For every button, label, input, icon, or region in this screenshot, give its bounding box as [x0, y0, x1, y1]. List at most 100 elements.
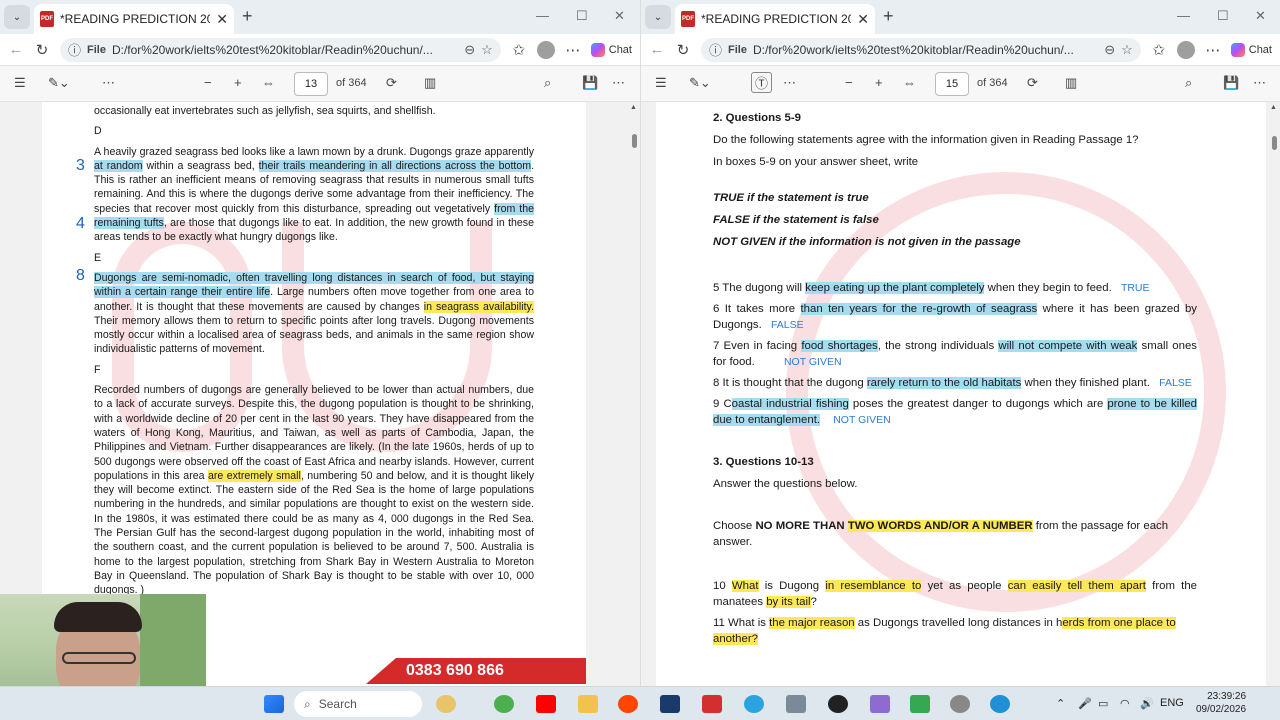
new-tab-button[interactable]: +: [883, 6, 894, 27]
app-icon[interactable]: [786, 695, 806, 713]
info-icon[interactable]: ⓘ: [709, 40, 722, 59]
address-bar[interactable]: ⓘ File D:/for%20work/ielts%20test%20kito…: [701, 37, 1141, 62]
app-icon[interactable]: [828, 695, 848, 713]
text-run: is Dugong: [758, 580, 826, 592]
back-icon[interactable]: ←: [8, 41, 24, 58]
text-run: 7 Even in facing: [713, 340, 802, 352]
windows-start-icon[interactable]: [264, 695, 284, 713]
more-tools-icon[interactable]: ⋯: [783, 75, 796, 91]
close-tab-icon[interactable]: ✕: [857, 11, 869, 28]
maximize-button[interactable]: ☐: [1217, 8, 1229, 24]
tab-active[interactable]: PDF *READING PREDICTION 2026 (@re ✕: [34, 4, 234, 34]
page-number-input[interactable]: 13: [294, 72, 328, 96]
chrome-icon[interactable]: [494, 695, 514, 713]
reddit-icon[interactable]: [618, 695, 638, 713]
scroll-up-icon[interactable]: ▲: [1270, 104, 1277, 111]
highlight: by its tail: [766, 596, 811, 608]
page-view-icon[interactable]: ▥: [424, 75, 436, 91]
favorite-star-icon[interactable]: ☆: [1121, 42, 1133, 58]
page-number-input[interactable]: 15: [935, 72, 969, 96]
close-window-button[interactable]: ✕: [1255, 8, 1266, 24]
option-not-given: NOT GIVEN if the information is not give…: [713, 236, 1021, 248]
draw-icon[interactable]: ✎⌄: [689, 75, 711, 91]
draw-icon[interactable]: ✎⌄: [48, 75, 70, 91]
highlight: their trails meandering in all direction…: [258, 159, 532, 172]
language-indicator[interactable]: ENG: [1160, 697, 1184, 709]
settings-more-icon[interactable]: ⋯: [1253, 75, 1266, 91]
reload-icon[interactable]: ↻: [675, 41, 691, 59]
copilot-chat-button[interactable]: Chat: [590, 42, 632, 57]
more-menu-icon[interactable]: ⋯: [565, 41, 581, 59]
address-bar[interactable]: ⓘ File D:/for%20work/ielts%20test%20kito…: [60, 37, 501, 62]
fit-page-icon[interactable]: ⇔: [262, 75, 275, 90]
page-view-icon[interactable]: ▥: [1065, 75, 1077, 91]
copilot-chat-button[interactable]: Chat: [1230, 42, 1272, 57]
address-toolbar: ← ↻ ⓘ File D:/for%20work/ielts%20test%20…: [641, 34, 1280, 66]
favorite-star-icon[interactable]: ☆: [481, 42, 493, 58]
contents-icon[interactable]: ☰: [655, 75, 667, 91]
save-icon[interactable]: 💾: [1223, 75, 1239, 91]
section-letter: E: [94, 251, 102, 264]
file-explorer-icon[interactable]: [578, 695, 598, 713]
close-tab-icon[interactable]: ✕: [216, 11, 228, 28]
contents-icon[interactable]: ☰: [14, 75, 26, 91]
clock[interactable]: 23:39:26 09/02/2026: [1196, 690, 1246, 716]
url-text: D:/for%20work/ielts%20test%20kitoblar/Re…: [111, 42, 433, 57]
reload-icon[interactable]: ↻: [34, 41, 50, 59]
scrollbar-thumb[interactable]: [632, 134, 637, 148]
back-icon[interactable]: ←: [649, 41, 665, 58]
app-icon[interactable]: [660, 695, 680, 713]
zoom-in-icon[interactable]: +: [875, 75, 883, 90]
zoom-icon[interactable]: ⊖: [1104, 42, 1115, 58]
scrollbar[interactable]: ▲: [1270, 102, 1278, 686]
favorites-icon[interactable]: ✩: [511, 41, 527, 59]
tab-switcher-button[interactable]: ⌄: [4, 5, 30, 29]
taskbar-search[interactable]: ⌕ Search: [294, 691, 422, 717]
minimize-button[interactable]: —: [1177, 8, 1190, 23]
scrollbar-thumb[interactable]: [1272, 136, 1277, 150]
info-icon[interactable]: ⓘ: [68, 40, 81, 59]
search-icon[interactable]: ⌕: [1185, 75, 1192, 91]
avatar[interactable]: [1176, 40, 1195, 59]
tray-icon[interactable]: ▭: [1098, 697, 1108, 710]
tab-switcher-button[interactable]: ⌄: [645, 5, 671, 29]
search-icon[interactable]: ⌕: [544, 75, 551, 91]
save-icon[interactable]: 💾: [582, 75, 598, 91]
answer-label: FALSE: [770, 319, 804, 331]
microphone-icon[interactable]: 🎤: [1078, 697, 1092, 710]
volume-icon[interactable]: 🔊: [1140, 697, 1154, 710]
zoom-out-icon[interactable]: −: [845, 75, 853, 90]
zoom-in-icon[interactable]: +: [234, 75, 242, 90]
maximize-button[interactable]: ☐: [576, 8, 588, 24]
telegram-icon[interactable]: [744, 695, 764, 713]
wifi-icon[interactable]: ◠: [1120, 697, 1130, 710]
close-window-button[interactable]: ✕: [614, 8, 625, 24]
rotate-icon[interactable]: ⟳: [1027, 75, 1038, 91]
edge-icon[interactable]: [990, 695, 1010, 713]
person-hair: [54, 602, 142, 632]
more-menu-icon[interactable]: ⋯: [1205, 41, 1221, 59]
zoom-icon[interactable]: ⊖: [464, 42, 475, 58]
app-icon[interactable]: [950, 695, 970, 713]
youtube-icon[interactable]: [536, 695, 556, 713]
scroll-up-icon[interactable]: ▲: [630, 104, 637, 111]
more-tools-icon[interactable]: ⋯: [102, 75, 115, 91]
avatar[interactable]: [536, 40, 555, 59]
text-select-icon[interactable]: Ⓣ: [751, 72, 773, 93]
rotate-icon[interactable]: ⟳: [386, 75, 397, 91]
zoom-out-icon[interactable]: −: [204, 75, 212, 90]
favorites-icon[interactable]: ✩: [1151, 41, 1167, 59]
settings-more-icon[interactable]: ⋯: [612, 75, 625, 91]
scrollbar[interactable]: ▲: [630, 102, 638, 686]
google-drive-icon[interactable]: [910, 695, 930, 713]
fit-page-icon[interactable]: ⇔: [903, 75, 916, 90]
app-icon[interactable]: [870, 695, 890, 713]
answer-label: FALSE: [1159, 377, 1192, 389]
tab-active[interactable]: PDF *READING PREDICTION 2026 (@re ✕: [675, 4, 875, 34]
tray-overflow-icon[interactable]: ⌃: [1056, 697, 1065, 710]
highlight: TWO WORDS AND/OR A NUMBER: [847, 520, 1033, 532]
pdf-reader-icon[interactable]: [702, 695, 722, 713]
new-tab-button[interactable]: +: [242, 6, 253, 27]
widget-icon[interactable]: [436, 695, 456, 713]
minimize-button[interactable]: —: [536, 8, 549, 23]
